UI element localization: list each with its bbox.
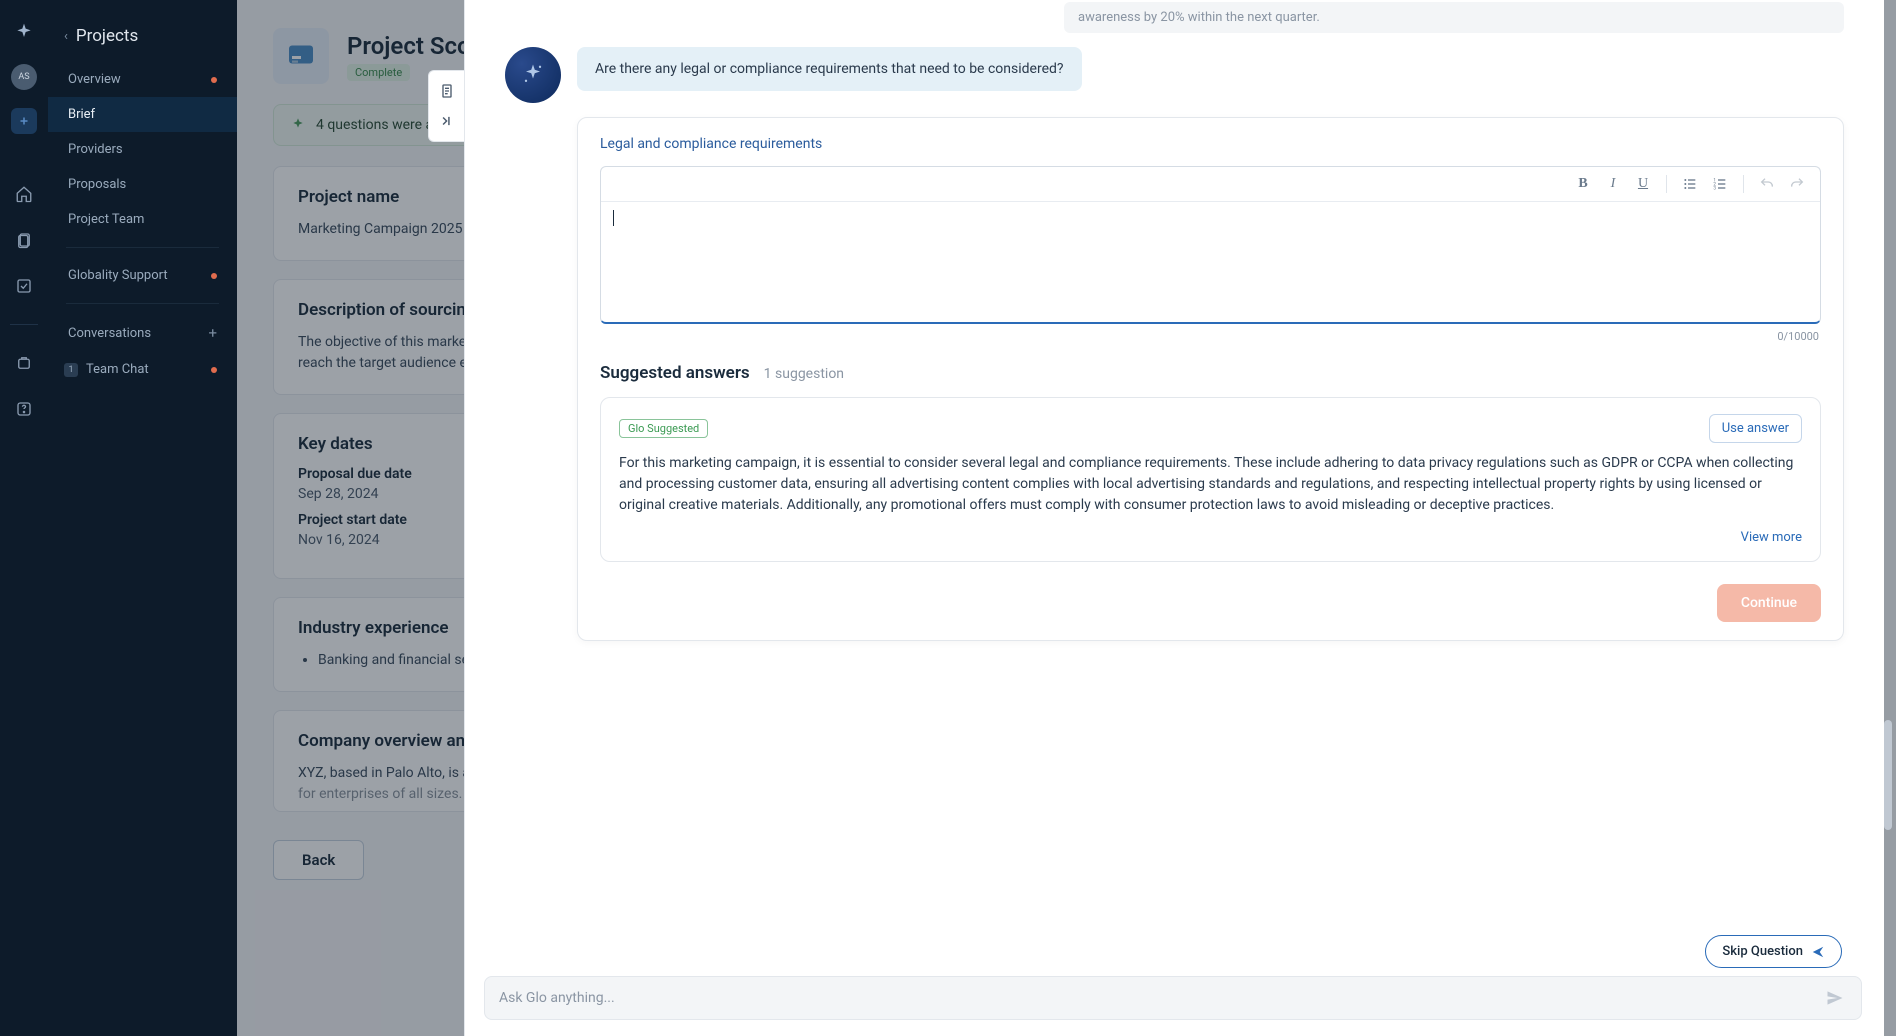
sidebar-separator xyxy=(66,303,219,304)
panel-collapse-tab xyxy=(428,70,464,142)
sidebar-item-label: Conversations xyxy=(68,326,151,341)
italic-button[interactable]: I xyxy=(1602,173,1624,195)
view-more-link[interactable]: View more xyxy=(1741,530,1802,545)
sidebar-item-label: Providers xyxy=(68,142,123,157)
sparkle-icon xyxy=(519,61,547,89)
undo-button[interactable] xyxy=(1756,173,1778,195)
sidebar-item-team-chat[interactable]: 1 Team Chat xyxy=(48,352,237,387)
skip-label: Skip Question xyxy=(1722,944,1803,959)
redo-button[interactable] xyxy=(1786,173,1808,195)
suggestion-card: Glo Suggested Use answer For this market… xyxy=(600,397,1821,562)
sidebar-item-label: Overview xyxy=(68,72,121,87)
previous-answer-snippet: awareness by 20% within the next quarter… xyxy=(1064,2,1844,33)
sidebar-item-overview[interactable]: Overview xyxy=(48,62,237,97)
answer-field-label: Legal and compliance requirements xyxy=(600,136,1821,152)
assistant-message-row: Are there any legal or compliance requir… xyxy=(505,47,1844,103)
clipboard-icon[interactable] xyxy=(10,226,38,254)
underline-button[interactable]: U xyxy=(1632,173,1654,195)
sidebar-item-providers[interactable]: Providers xyxy=(48,132,237,167)
chat-input-bar xyxy=(484,976,1862,1020)
sidebar-item-label: Brief xyxy=(68,107,95,122)
send-button[interactable] xyxy=(1823,986,1847,1010)
glo-avatar xyxy=(505,47,561,103)
sidebar-separator xyxy=(66,247,219,248)
bold-button[interactable]: B xyxy=(1572,173,1594,195)
app-logo-icon[interactable] xyxy=(10,18,38,46)
editor-textarea[interactable] xyxy=(601,202,1820,322)
skip-question-button[interactable]: Skip Question xyxy=(1705,935,1842,968)
svg-text:3: 3 xyxy=(1713,185,1716,191)
send-icon xyxy=(1811,945,1825,959)
sidebar-item-label: Team Chat xyxy=(86,362,149,377)
collapse-right-icon[interactable] xyxy=(439,113,455,129)
suggested-count: 1 suggestion xyxy=(764,366,844,382)
text-cursor xyxy=(613,210,614,226)
sidebar-item-project-team[interactable]: Project Team xyxy=(48,202,237,237)
scrollbar-thumb[interactable] xyxy=(1884,720,1892,830)
chat-panel: awareness by 20% within the next quarter… xyxy=(464,0,1884,1036)
add-conversation-icon[interactable]: + xyxy=(208,324,217,342)
suggested-title: Suggested answers xyxy=(600,363,750,383)
sidebar-item-label: Proposals xyxy=(68,177,126,192)
character-count: 0/10000 xyxy=(600,324,1821,343)
answer-card: Legal and compliance requirements B I U … xyxy=(577,117,1844,641)
sidebar-back[interactable]: ‹ Projects xyxy=(48,18,237,62)
sidebar-item-label: Globality Support xyxy=(68,268,168,283)
chat-body[interactable]: awareness by 20% within the next quarter… xyxy=(465,0,1884,1036)
icon-rail: AS xyxy=(0,0,48,1036)
help-icon[interactable] xyxy=(10,395,38,423)
use-answer-button[interactable]: Use answer xyxy=(1709,414,1802,443)
notification-dot-icon xyxy=(211,77,217,83)
notification-dot-icon xyxy=(211,273,217,279)
sidebar-conversations-header[interactable]: Conversations + xyxy=(48,314,237,352)
sidebar-item-brief[interactable]: Brief xyxy=(48,97,237,132)
editor-toolbar: B I U 123 xyxy=(601,167,1820,202)
sidebar-item-support[interactable]: Globality Support xyxy=(48,258,237,293)
team-chat-badge: 1 xyxy=(64,363,78,377)
toolbar-separator xyxy=(1743,175,1744,193)
chevron-left-icon: ‹ xyxy=(64,29,68,44)
sidebar: ‹ Projects Overview Brief Providers Prop… xyxy=(48,0,237,1036)
home-icon[interactable] xyxy=(10,180,38,208)
suggestion-text: For this marketing campaign, it is essen… xyxy=(619,453,1802,516)
glo-suggested-chip: Glo Suggested xyxy=(619,419,708,438)
suggested-answers-header: Suggested answers 1 suggestion xyxy=(600,363,1821,383)
chat-input[interactable] xyxy=(499,990,1823,1006)
continue-button[interactable]: Continue xyxy=(1717,584,1821,622)
bullet-list-button[interactable] xyxy=(1679,173,1701,195)
add-button[interactable] xyxy=(11,108,37,134)
scrollbar-track xyxy=(1884,0,1894,1036)
rail-separator xyxy=(10,324,38,325)
sidebar-item-proposals[interactable]: Proposals xyxy=(48,167,237,202)
user-avatar[interactable]: AS xyxy=(11,64,37,90)
sidebar-item-label: Project Team xyxy=(68,212,144,227)
sidebar-title: Projects xyxy=(76,26,138,46)
ordered-list-button[interactable]: 123 xyxy=(1709,173,1731,195)
document-icon[interactable] xyxy=(439,83,455,99)
question-bubble: Are there any legal or compliance requir… xyxy=(577,47,1082,91)
avatar-initials: AS xyxy=(18,72,29,82)
check-square-icon[interactable] xyxy=(10,272,38,300)
notification-dot-icon xyxy=(211,367,217,373)
rich-text-editor: B I U 123 xyxy=(600,166,1821,324)
inbox-icon[interactable] xyxy=(10,349,38,377)
toolbar-separator xyxy=(1666,175,1667,193)
